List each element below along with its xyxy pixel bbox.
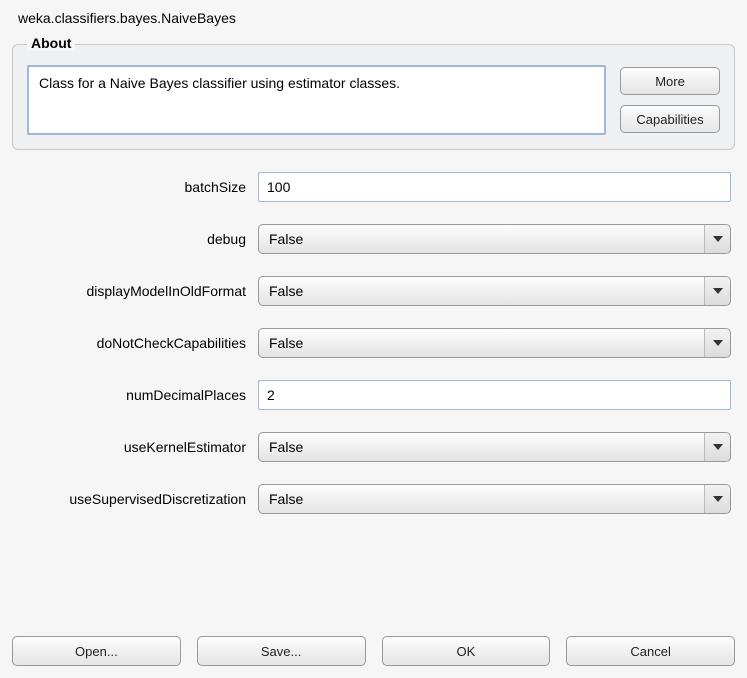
batchSize-input[interactable] — [258, 172, 731, 202]
debug-value: False — [269, 231, 303, 247]
prop-row-displayModelInOldFormat: displayModelInOldFormat False — [16, 276, 731, 306]
chevron-down-icon — [704, 225, 730, 253]
more-button[interactable]: More — [620, 67, 720, 95]
numDecimalPlaces-input[interactable] — [258, 380, 731, 410]
prop-control-useKernelEstimator: False — [258, 432, 731, 462]
useKernelEstimator-value: False — [269, 439, 303, 455]
useKernelEstimator-select[interactable]: False — [258, 432, 731, 462]
prop-control-displayModelInOldFormat: False — [258, 276, 731, 306]
prop-row-debug: debug False — [16, 224, 731, 254]
chevron-down-icon — [704, 433, 730, 461]
about-buttons: More Capabilities — [620, 65, 720, 135]
cancel-button[interactable]: Cancel — [566, 636, 735, 666]
capabilities-button[interactable]: Capabilities — [620, 105, 720, 133]
about-inner: Class for a Naive Bayes classifier using… — [27, 65, 720, 135]
prop-label-batchSize: batchSize — [16, 179, 246, 195]
classifier-classname: weka.classifiers.bayes.NaiveBayes — [12, 8, 735, 36]
prop-label-useSupervisedDiscretization: useSupervisedDiscretization — [16, 491, 246, 507]
properties-panel: batchSize debug False displayModelInOldF… — [12, 172, 735, 514]
save-button[interactable]: Save... — [197, 636, 366, 666]
prop-control-debug: False — [258, 224, 731, 254]
about-description: Class for a Naive Bayes classifier using… — [27, 65, 606, 135]
about-legend: About — [27, 35, 75, 51]
prop-row-doNotCheckCapabilities: doNotCheckCapabilities False — [16, 328, 731, 358]
prop-label-displayModelInOldFormat: displayModelInOldFormat — [16, 283, 246, 299]
prop-row-useKernelEstimator: useKernelEstimator False — [16, 432, 731, 462]
prop-label-useKernelEstimator: useKernelEstimator — [16, 439, 246, 455]
useSupervisedDiscretization-select[interactable]: False — [258, 484, 731, 514]
prop-row-useSupervisedDiscretization: useSupervisedDiscretization False — [16, 484, 731, 514]
displayModelInOldFormat-select[interactable]: False — [258, 276, 731, 306]
prop-control-batchSize — [258, 172, 731, 202]
open-button[interactable]: Open... — [12, 636, 181, 666]
doNotCheckCapabilities-select[interactable]: False — [258, 328, 731, 358]
footer-buttons: Open... Save... OK Cancel — [12, 636, 735, 666]
about-group: About Class for a Naive Bayes classifier… — [12, 44, 735, 150]
displayModelInOldFormat-value: False — [269, 283, 303, 299]
prop-label-doNotCheckCapabilities: doNotCheckCapabilities — [16, 335, 246, 351]
useSupervisedDiscretization-value: False — [269, 491, 303, 507]
ok-button[interactable]: OK — [382, 636, 551, 666]
prop-control-numDecimalPlaces — [258, 380, 731, 410]
prop-control-useSupervisedDiscretization: False — [258, 484, 731, 514]
prop-row-batchSize: batchSize — [16, 172, 731, 202]
doNotCheckCapabilities-value: False — [269, 335, 303, 351]
chevron-down-icon — [704, 329, 730, 357]
chevron-down-icon — [704, 485, 730, 513]
prop-row-numDecimalPlaces: numDecimalPlaces — [16, 380, 731, 410]
prop-control-doNotCheckCapabilities: False — [258, 328, 731, 358]
chevron-down-icon — [704, 277, 730, 305]
prop-label-numDecimalPlaces: numDecimalPlaces — [16, 387, 246, 403]
classifier-config-window: weka.classifiers.bayes.NaiveBayes About … — [0, 0, 747, 678]
debug-select[interactable]: False — [258, 224, 731, 254]
prop-label-debug: debug — [16, 231, 246, 247]
